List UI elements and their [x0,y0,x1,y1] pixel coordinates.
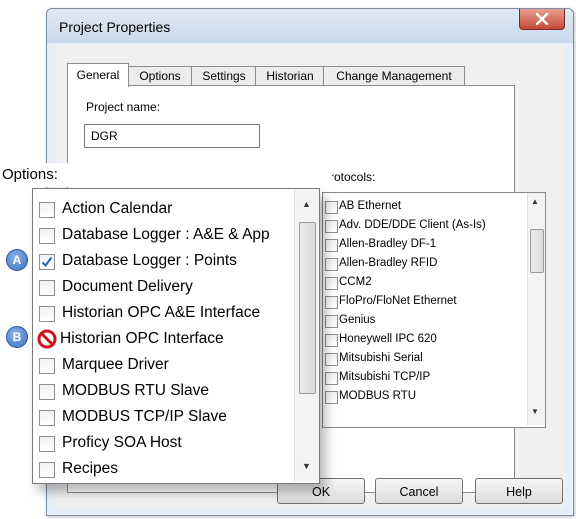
scroll-down-arrow-icon[interactable]: ▼ [531,407,539,416]
checkbox[interactable] [39,306,55,322]
scroll-down-arrow-icon[interactable]: ▼ [302,461,311,471]
dialog-title: Project Properties [59,19,171,35]
checkbox[interactable] [39,410,55,426]
checkbox[interactable] [325,391,338,404]
protocols-list[interactable]: AB Ethernet Adv. DDE/DDE Client (As-Is) … [322,192,546,428]
scroll-up-arrow-icon[interactable]: ▲ [531,197,539,206]
checkbox[interactable] [325,334,338,347]
callout-marker-a: A [6,249,28,271]
checkbox[interactable] [39,254,55,270]
checkbox[interactable] [39,384,55,400]
checkbox[interactable] [39,462,55,478]
tab-settings[interactable]: Settings [191,66,257,86]
project-name-label: Project name: [86,100,161,114]
checkbox[interactable] [325,353,338,366]
checkbox[interactable] [39,436,55,452]
checkbox[interactable] [39,280,55,296]
checkbox[interactable] [325,296,338,309]
options-scrollbar[interactable]: ▲ ▼ [294,189,319,481]
cancel-button[interactable]: Cancel [375,478,463,504]
checkbox[interactable] [325,258,338,271]
prohibited-icon [37,329,57,349]
close-x-icon [535,13,549,25]
callout-marker-b: B [6,326,28,348]
title-bar[interactable]: Project Properties [47,9,573,43]
help-button[interactable]: Help [475,478,563,504]
tab-options[interactable]: Options [127,66,193,86]
checkbox[interactable] [325,277,338,290]
checkbox[interactable] [325,315,338,328]
checkmark-icon [41,256,53,268]
options-label: Options: [0,163,332,187]
project-name-input[interactable] [84,124,260,148]
checkbox[interactable] [39,228,55,244]
close-button[interactable] [519,9,565,30]
protocols-label: rotocols: [330,170,376,184]
checkbox[interactable] [39,202,55,218]
checkbox[interactable] [325,201,338,214]
scroll-thumb[interactable] [299,222,316,394]
tab-change-management[interactable]: Change Management [323,66,465,86]
checkbox[interactable] [325,372,338,385]
protocols-scrollbar[interactable]: ▲ ▼ [527,193,545,425]
scroll-thumb[interactable] [530,229,544,273]
tab-general[interactable]: General [67,63,129,87]
options-list[interactable]: Action Calendar Database Logger : A&E & … [32,188,320,484]
tab-historian[interactable]: Historian [255,66,325,86]
checkbox[interactable] [325,239,338,252]
checkbox[interactable] [39,358,55,374]
checkbox[interactable] [325,220,338,233]
scroll-up-arrow-icon[interactable]: ▲ [302,199,311,209]
